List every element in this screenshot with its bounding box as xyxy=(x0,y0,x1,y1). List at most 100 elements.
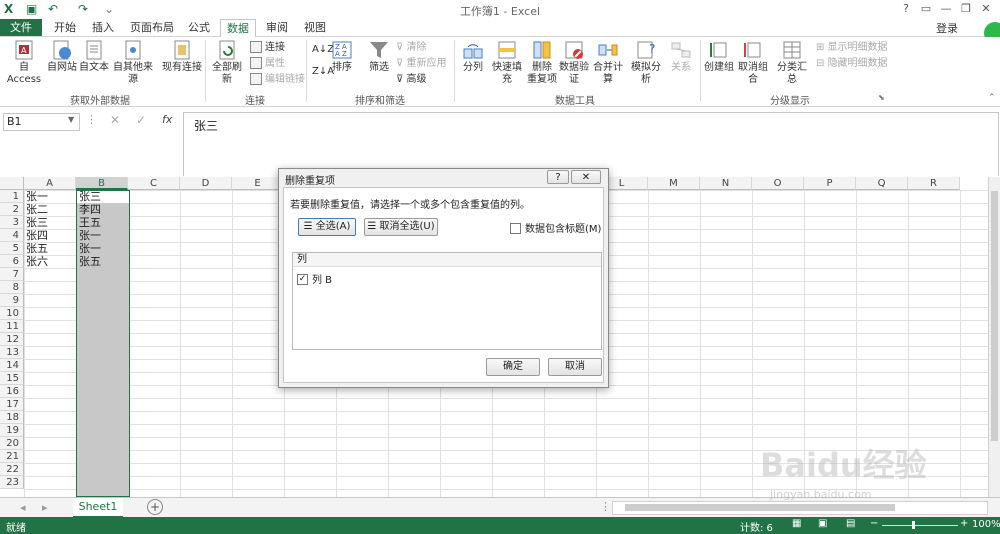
add-sheet-button[interactable]: + xyxy=(147,499,163,515)
cell-a4[interactable]: 张四 xyxy=(24,229,76,242)
row-header[interactable]: 2 xyxy=(0,203,24,216)
tab-file[interactable]: 文件 xyxy=(0,19,42,36)
tab-page-layout[interactable]: 页面布局 xyxy=(128,19,176,36)
row-header[interactable]: 10 xyxy=(0,307,24,320)
row-header[interactable]: 13 xyxy=(0,346,24,359)
edit-links-button[interactable]: 编辑链接 xyxy=(250,73,305,87)
clear-button[interactable]: ⊽ 清除 xyxy=(396,41,427,55)
page-break-view-icon[interactable]: ▤ xyxy=(846,518,855,529)
vertical-scrollbar[interactable] xyxy=(988,177,1000,497)
connections-button[interactable]: 连接 xyxy=(250,41,285,55)
help-button[interactable]: ? xyxy=(896,2,916,15)
cancel-button[interactable]: 取消 xyxy=(548,358,602,376)
existing-connections-button[interactable]: 现有连接 xyxy=(162,39,202,74)
text-to-columns-button[interactable]: 分列 xyxy=(458,39,488,74)
data-validation-button[interactable]: 数据验 证 xyxy=(558,39,590,86)
tab-insert[interactable]: 插入 xyxy=(88,19,118,36)
from-text-button[interactable]: 自文本 xyxy=(78,39,110,74)
consolidate-button[interactable]: 合并计算 xyxy=(590,39,626,86)
close-button[interactable]: ✕ xyxy=(976,2,996,15)
filter-button[interactable]: 筛选 xyxy=(366,39,392,74)
row-header[interactable]: 15 xyxy=(0,372,24,385)
horizontal-scroll-thumb[interactable] xyxy=(625,504,895,511)
normal-view-icon[interactable]: ▦ xyxy=(792,518,801,529)
cell-b6[interactable]: 张五 xyxy=(77,255,129,268)
row-header[interactable]: 8 xyxy=(0,281,24,294)
row-header[interactable]: 7 xyxy=(0,268,24,281)
cell-b5[interactable]: 张一 xyxy=(77,242,129,255)
column-b-checkbox[interactable]: ✓ xyxy=(297,273,308,285)
row-header[interactable]: 17 xyxy=(0,398,24,411)
tab-split-icon[interactable]: ⋮ xyxy=(600,500,611,513)
what-if-analysis-button[interactable]: ? 模拟分析 xyxy=(628,39,664,86)
relationships-button[interactable]: 关系 xyxy=(668,39,694,74)
column-header-p[interactable]: P xyxy=(804,177,856,190)
dialog-close-button[interactable]: ✕ xyxy=(571,170,601,184)
ok-button[interactable]: 确定 xyxy=(486,358,540,376)
horizontal-scrollbar[interactable] xyxy=(612,501,988,515)
next-sheet-icon[interactable]: ▸ xyxy=(42,501,48,514)
column-header-d[interactable]: D xyxy=(180,177,232,190)
row-header[interactable]: 11 xyxy=(0,320,24,333)
hide-detail-button[interactable]: ⊟ 隐藏明细数据 xyxy=(816,57,888,71)
from-web-button[interactable]: 自网站 xyxy=(46,39,78,74)
cell-a1[interactable]: 张一 xyxy=(24,190,76,203)
tab-review[interactable]: 审阅 xyxy=(262,19,292,36)
column-header-q[interactable]: Q xyxy=(856,177,908,190)
dialog-help-button[interactable]: ? xyxy=(547,170,569,184)
column-header-e[interactable]: E xyxy=(232,177,284,190)
row-header[interactable]: 9 xyxy=(0,294,24,307)
cell-a2[interactable]: 张二 xyxy=(24,203,76,216)
cell-b2[interactable]: 李四 xyxy=(77,203,129,216)
show-detail-button[interactable]: ⊞ 显示明细数据 xyxy=(816,41,888,55)
insert-function-button[interactable]: fx xyxy=(162,113,172,126)
cell-b3[interactable]: 王五 xyxy=(77,216,129,229)
column-header-r[interactable]: R xyxy=(908,177,960,190)
row-header[interactable]: 6 xyxy=(0,255,24,268)
reapply-button[interactable]: ⊽ 重新应用 xyxy=(396,57,447,71)
tab-formulas[interactable]: 公式 xyxy=(184,19,214,36)
row-header[interactable]: 1 xyxy=(0,190,24,203)
cell-b4[interactable]: 张一 xyxy=(77,229,129,242)
zoom-slider[interactable] xyxy=(882,525,958,526)
vertical-scroll-thumb[interactable] xyxy=(991,191,998,441)
unselect-all-button[interactable]: ☰ 取消全选(U) xyxy=(364,218,438,236)
cell-a3[interactable]: 张三 xyxy=(24,216,76,229)
zoom-in-icon[interactable]: + xyxy=(960,518,968,529)
column-header-b[interactable]: B xyxy=(76,177,128,190)
row-header[interactable]: 20 xyxy=(0,437,24,450)
zoom-out-icon[interactable]: − xyxy=(870,518,878,529)
page-layout-view-icon[interactable]: ▣ xyxy=(818,518,827,529)
row-header[interactable]: 22 xyxy=(0,463,24,476)
tab-view[interactable]: 视图 xyxy=(300,19,330,36)
column-header-m[interactable]: M xyxy=(648,177,700,190)
restore-button[interactable]: ❐ xyxy=(956,2,976,15)
tab-data[interactable]: 数据 xyxy=(220,19,256,38)
row-header[interactable]: 12 xyxy=(0,333,24,346)
properties-button[interactable]: 属性 xyxy=(250,57,285,71)
subtotal-button[interactable]: 分类汇总 xyxy=(774,39,810,86)
row-header[interactable]: 16 xyxy=(0,385,24,398)
from-access-button[interactable]: A 自 Access xyxy=(2,39,46,86)
column-header-o[interactable]: O xyxy=(752,177,804,190)
row-header[interactable]: 19 xyxy=(0,424,24,437)
columns-list[interactable]: 列 ✓ 列 B xyxy=(292,252,602,350)
advanced-button[interactable]: ⊽ 高级 xyxy=(396,73,427,87)
formula-input[interactable]: 张三 xyxy=(183,112,999,176)
zoom-level[interactable]: 100% xyxy=(972,519,1000,530)
ribbon-display-button[interactable]: ▭ xyxy=(916,2,936,15)
cell-b1[interactable]: 张三 xyxy=(77,190,129,203)
name-box-dropdown-icon[interactable]: ▼ xyxy=(68,115,74,124)
group-button[interactable]: 创建组 xyxy=(704,39,734,74)
row-header[interactable]: 21 xyxy=(0,450,24,463)
column-header-c[interactable]: C xyxy=(128,177,180,190)
tab-home[interactable]: 开始 xyxy=(50,19,80,36)
cell-a5[interactable]: 张五 xyxy=(24,242,76,255)
select-all-button[interactable]: ☰ 全选(A) xyxy=(298,218,356,236)
from-other-sources-button[interactable]: 自其他来源 xyxy=(110,39,156,86)
list-item[interactable]: ✓ 列 B xyxy=(297,271,332,286)
refresh-all-button[interactable]: 全部刷新 xyxy=(208,39,246,86)
row-header[interactable]: 23 xyxy=(0,476,24,489)
prev-sheet-icon[interactable]: ◂ xyxy=(20,501,26,514)
cell-a6[interactable]: 张六 xyxy=(24,255,76,268)
